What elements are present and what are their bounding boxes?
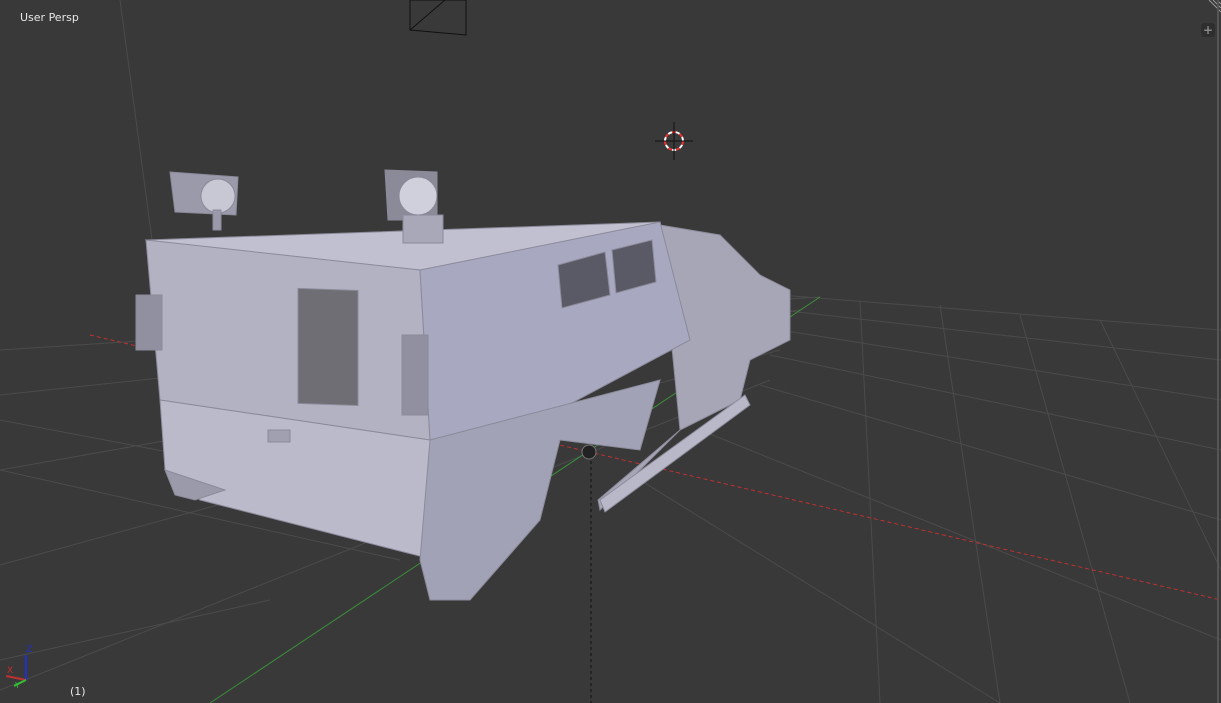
- axis-gizmo-icon: Z X Y: [5, 645, 32, 690]
- svg-text:X: X: [7, 666, 13, 676]
- 3d-cursor-icon[interactable]: [655, 122, 693, 160]
- svg-text:Y: Y: [14, 681, 20, 690]
- object-origin: [581, 444, 597, 460]
- svg-text:Z: Z: [26, 645, 32, 655]
- view-name-label: User Persp: [20, 11, 79, 24]
- region-edge[interactable]: [1217, 0, 1219, 703]
- frame-number-label: (1): [70, 685, 86, 698]
- camera-icon[interactable]: [409, 0, 467, 36]
- truck-mesh[interactable]: [135, 169, 791, 601]
- 3d-viewport[interactable]: Z X Y: [0, 0, 1221, 703]
- plus-icon[interactable]: +: [1201, 23, 1215, 37]
